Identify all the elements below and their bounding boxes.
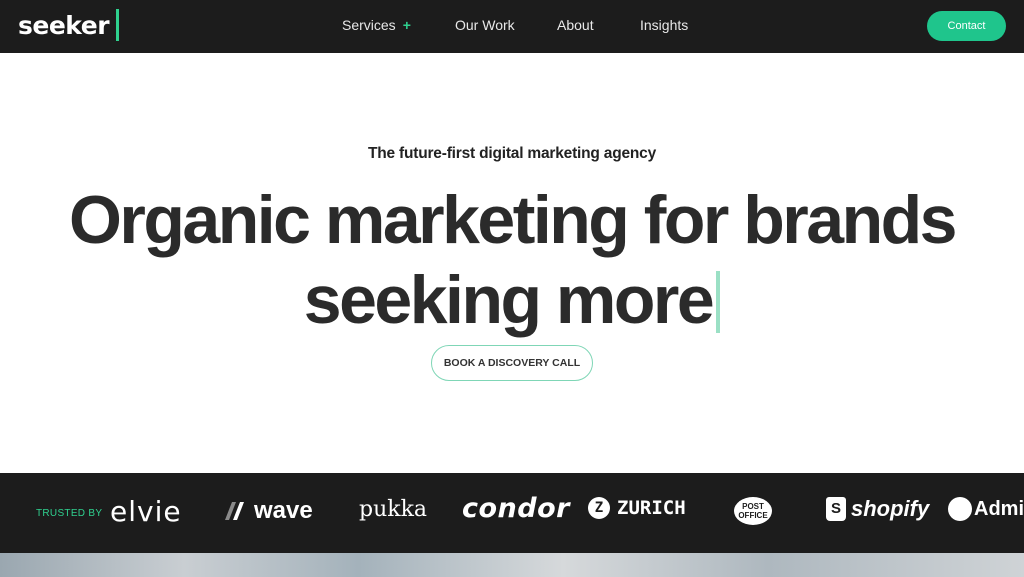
admiral-logo: Admi bbox=[948, 497, 1024, 521]
nav-link-our-work[interactable]: Our Work bbox=[455, 17, 515, 33]
plus-icon: + bbox=[402, 17, 411, 33]
zurich-logo: Z ZURICH bbox=[588, 497, 686, 519]
top-navigation-bar: seeker Services + Our Work About Insights… bbox=[0, 0, 1024, 53]
wave-mark-icon bbox=[225, 502, 244, 520]
nav-link-services-label: Services bbox=[342, 17, 396, 33]
pukka-logo: pukka bbox=[359, 497, 428, 522]
shopify-logo-text: shopify bbox=[851, 496, 930, 521]
wave-logo: wave bbox=[222, 497, 313, 525]
hero-headline-line-2: seeking more bbox=[0, 266, 1024, 334]
post-office-line-2: OFFICE bbox=[738, 511, 768, 520]
admiral-logo-text: Admi bbox=[974, 497, 1024, 520]
hero-headline-line-2-text: seeking more bbox=[303, 262, 715, 338]
hero-headline-line-1: Organic marketing for brands bbox=[69, 182, 957, 258]
contact-button[interactable]: Contact bbox=[927, 11, 1006, 41]
book-discovery-call-button[interactable]: BOOK A DISCOVERY CALL bbox=[431, 345, 593, 381]
condor-ferries-logo: condor bbox=[462, 493, 570, 524]
trusted-by-strip: TRUSTED BY elvie wave pukka condor Z ZUR… bbox=[0, 473, 1024, 553]
nav-links: Services + Our Work About Insights bbox=[0, 0, 1024, 53]
typing-cursor bbox=[716, 271, 721, 333]
zurich-z-icon: Z bbox=[588, 497, 610, 519]
shopify-logo: shopify bbox=[826, 496, 929, 522]
nav-link-insights[interactable]: Insights bbox=[640, 17, 688, 33]
admiral-mark-icon bbox=[948, 497, 972, 521]
office-photo-section bbox=[0, 553, 1024, 577]
hero-tagline: The future-first digital marketing agenc… bbox=[367, 145, 657, 162]
zurich-logo-text: ZURICH bbox=[617, 497, 686, 519]
nav-link-about[interactable]: About bbox=[557, 17, 594, 33]
nav-link-services[interactable]: Services + bbox=[342, 17, 411, 33]
shopify-bag-icon bbox=[826, 497, 846, 521]
wave-logo-text: wave bbox=[254, 497, 313, 524]
elvie-logo: elvie bbox=[110, 495, 182, 528]
trusted-by-label: TRUSTED BY bbox=[36, 508, 103, 519]
post-office-logo: POST OFFICE bbox=[734, 497, 772, 525]
post-office-line-1: POST bbox=[742, 502, 764, 511]
